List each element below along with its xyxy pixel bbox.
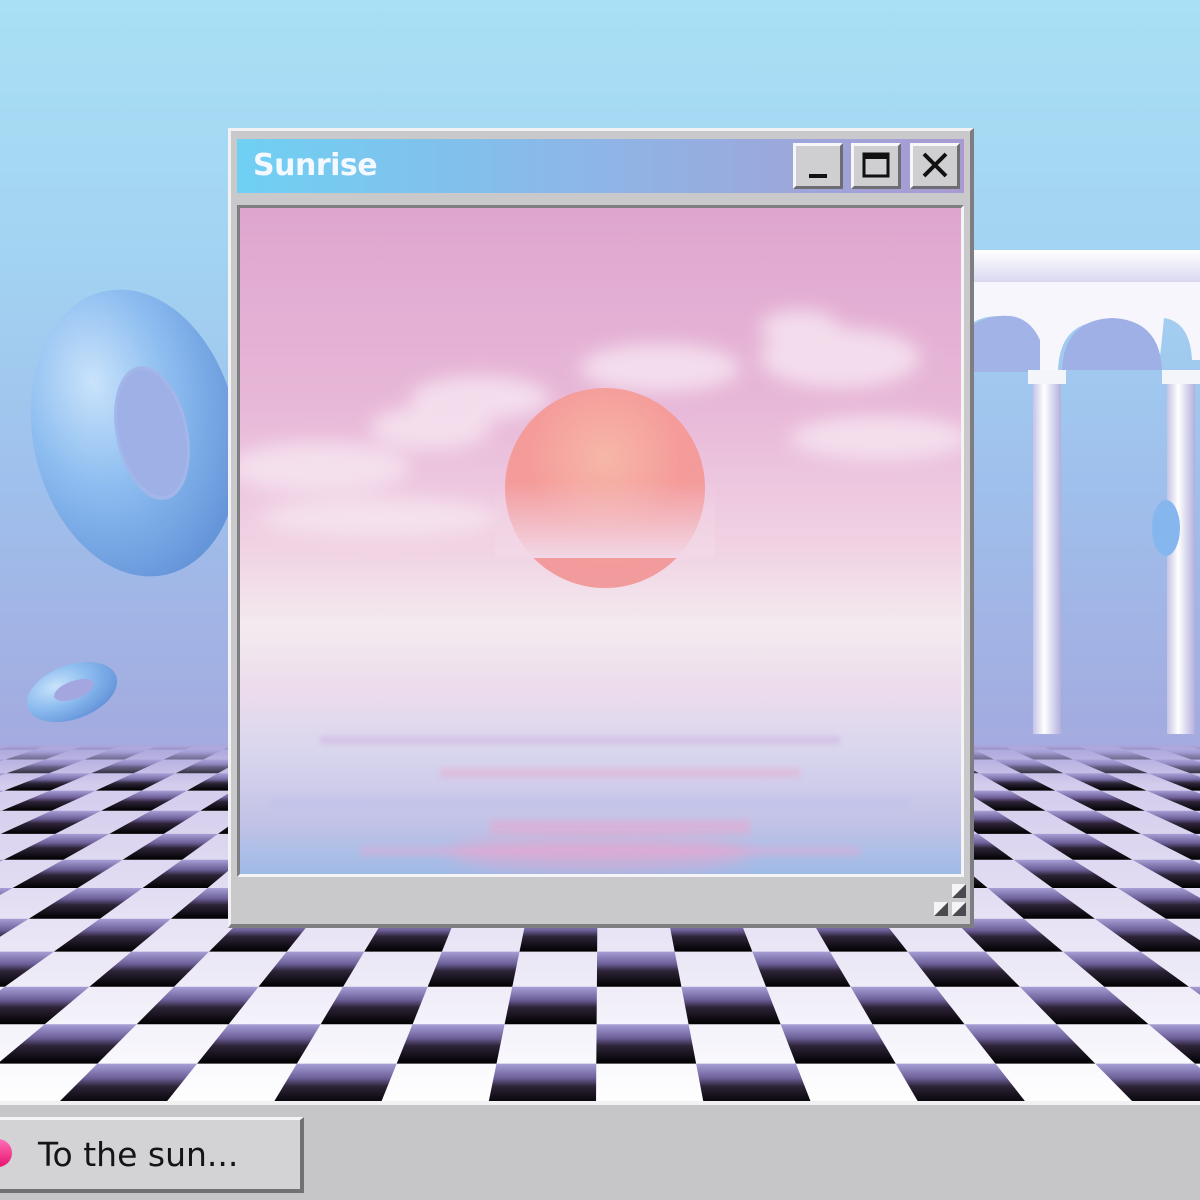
floor-tile: [681, 986, 781, 1025]
taskbar: To the sun...: [0, 1101, 1200, 1200]
floor-tile: [488, 1063, 597, 1105]
maximize-icon: [862, 152, 890, 178]
sun-icon: [0, 1139, 12, 1167]
floor-tile: [427, 951, 520, 987]
sunrise-image: [237, 205, 964, 877]
colonnade: [960, 250, 1200, 734]
window-title: Sunrise: [253, 148, 378, 183]
maximize-button[interactable]: [851, 143, 901, 189]
taskbar-task-label: To the sun...: [38, 1135, 239, 1174]
sunrise-window[interactable]: Sunrise: [228, 128, 974, 928]
floor-tile: [596, 951, 682, 987]
resize-grip-icon[interactable]: [926, 880, 966, 920]
close-button[interactable]: [910, 143, 960, 189]
floor-tile: [596, 1024, 697, 1064]
minimize-icon: [809, 174, 827, 178]
floor-tile: [696, 1063, 812, 1105]
floor-tile: [396, 1024, 505, 1064]
minimize-button[interactable]: [793, 143, 843, 189]
window-titlebar[interactable]: Sunrise: [237, 139, 964, 193]
close-icon: [922, 152, 948, 178]
desktop-scene: Sunrise To the sun...: [0, 0, 1200, 1200]
taskbar-task-button[interactable]: To the sun...: [0, 1117, 304, 1193]
floor-tile: [504, 986, 597, 1025]
